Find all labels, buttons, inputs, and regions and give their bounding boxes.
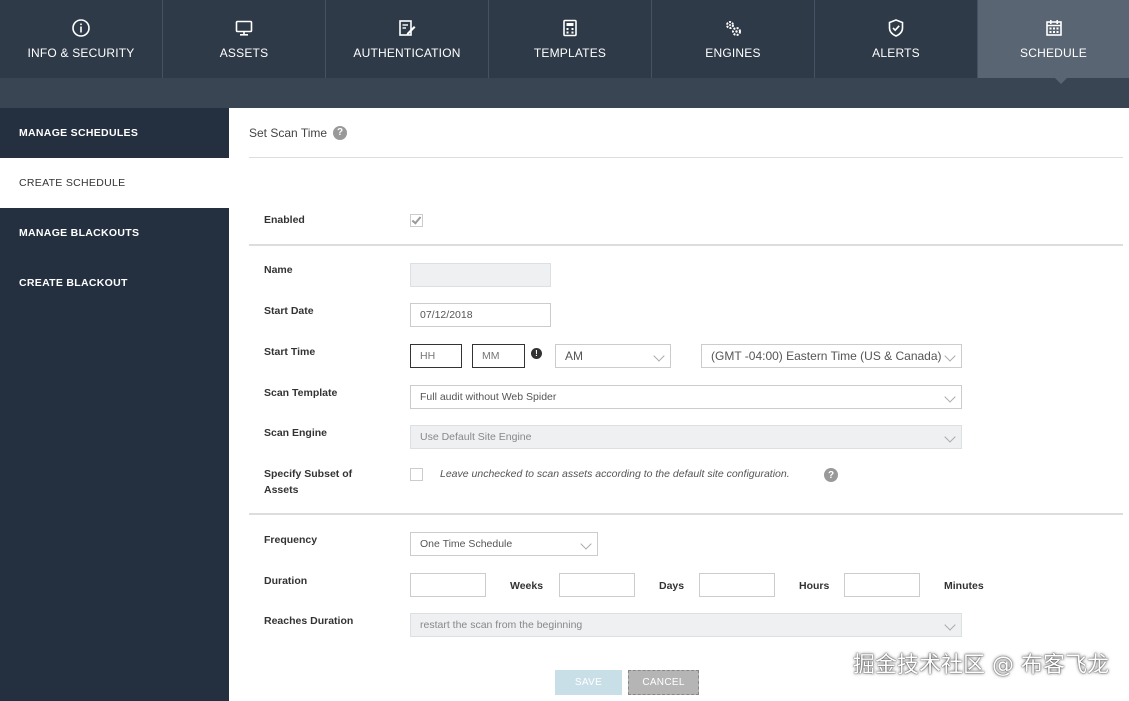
scan-template-value: Full audit without Web Spider — [420, 391, 557, 403]
chevron-down-icon — [944, 391, 956, 403]
tab-label: ASSETS — [219, 46, 269, 60]
schedule-form: Set Scan Time ? Enabled Name Start Date … — [249, 108, 1123, 695]
days-label: Days — [659, 580, 685, 592]
scan-template-select[interactable]: Full audit without Web Spider — [410, 385, 962, 409]
name-label: Name — [264, 264, 293, 276]
start-date-label: Start Date — [264, 305, 314, 317]
weeks-label: Weeks — [510, 580, 544, 592]
ampm-value: AM — [565, 349, 583, 363]
enabled-checkbox[interactable] — [410, 214, 423, 227]
hour-input[interactable] — [410, 344, 462, 368]
chevron-down-icon — [944, 350, 956, 362]
sub-bar — [0, 78, 1129, 108]
hours-label: Hours — [799, 580, 830, 592]
divider — [249, 513, 1123, 515]
chevron-down-icon — [944, 431, 956, 443]
tab-alerts[interactable]: ALERTS — [815, 0, 978, 78]
weeks-input[interactable] — [410, 573, 486, 597]
chevron-down-icon — [653, 350, 665, 362]
scan-engine-value: Use Default Site Engine — [420, 431, 532, 443]
subset-label-line2: Assets — [264, 484, 299, 496]
calculator-icon — [563, 19, 577, 37]
tab-label: ALERTS — [872, 46, 920, 60]
sidebar-item-manage-blackouts[interactable]: MANAGE BLACKOUTS — [0, 208, 229, 258]
sidebar-item-manage-schedules[interactable]: MANAGE SCHEDULES — [0, 108, 229, 158]
duration-label: Duration — [264, 575, 308, 587]
calendar-icon — [1045, 20, 1062, 36]
section-title: Set Scan Time — [249, 125, 328, 140]
reaches-duration-value: restart the scan from the beginning — [420, 619, 583, 631]
sidebar-item-create-blackout[interactable]: CREATE BLACKOUT — [0, 258, 229, 308]
check-icon — [411, 214, 422, 225]
monitor-icon — [235, 20, 253, 36]
timezone-value: (GMT -04:00) Eastern Time (US & Canada) — [711, 349, 942, 363]
frequency-label: Frequency — [264, 534, 318, 546]
tab-label: TEMPLATES — [533, 46, 607, 60]
scan-engine-select[interactable]: Use Default Site Engine — [410, 425, 962, 449]
minute-input[interactable] — [472, 344, 525, 368]
watermark: 掘金技术社区 @ 布客飞龙 — [853, 653, 1109, 678]
minutes-input-field[interactable] — [854, 579, 919, 591]
scan-engine-label: Scan Engine — [264, 427, 328, 439]
help-icon[interactable]: ? — [333, 125, 348, 140]
chevron-down-icon — [944, 619, 956, 631]
hours-input-field[interactable] — [709, 579, 774, 591]
tab-engines[interactable]: ENGINES — [652, 0, 815, 78]
ampm-select[interactable]: AM — [555, 344, 671, 368]
help-icon[interactable]: ? — [824, 468, 838, 482]
timezone-select[interactable]: (GMT -04:00) Eastern Time (US & Canada) — [701, 344, 962, 368]
tab-label: ENGINES — [705, 46, 761, 60]
tab-templates[interactable]: TEMPLATES — [489, 0, 652, 78]
minute-input-field[interactable] — [482, 350, 524, 362]
tab-authentication[interactable]: AUTHENTICATION — [326, 0, 489, 78]
start-date-value: 07/12/2018 — [420, 309, 473, 321]
frequency-select[interactable]: One Time Schedule — [410, 532, 598, 556]
cancel-button[interactable]: CANCEL — [628, 670, 699, 695]
active-tab-caret — [1053, 76, 1069, 84]
tab-info-security[interactable]: INFO & SECURITY — [0, 0, 163, 78]
reaches-duration-select[interactable]: restart the scan from the beginning — [410, 613, 962, 637]
shield-icon — [888, 19, 904, 37]
start-date-field[interactable]: 07/12/2018 — [410, 303, 551, 327]
top-nav: INFO & SECURITY ASSETS AUTHENTICATION TE… — [0, 0, 1129, 78]
subset-checkbox[interactable] — [410, 468, 423, 481]
weeks-input-field[interactable] — [420, 579, 485, 591]
chevron-down-icon — [580, 538, 592, 550]
reaches-duration-label: Reaches Duration — [264, 615, 354, 627]
edit-icon — [399, 20, 416, 36]
save-button[interactable]: SAVE — [555, 670, 622, 695]
minutes-label: Minutes — [944, 580, 984, 592]
tab-label: AUTHENTICATION — [353, 46, 461, 60]
subset-hint: Leave unchecked to scan assets according… — [440, 468, 790, 480]
tab-label: SCHEDULE — [1020, 46, 1087, 60]
frequency-value: One Time Schedule — [420, 538, 513, 550]
alert-icon: ! — [531, 348, 542, 359]
hour-input-field[interactable] — [420, 350, 461, 362]
scan-template-label: Scan Template — [264, 387, 338, 399]
hours-input[interactable] — [699, 573, 775, 597]
name-field[interactable] — [410, 263, 551, 287]
minutes-input[interactable] — [844, 573, 920, 597]
tab-schedule[interactable]: SCHEDULE — [978, 0, 1129, 78]
days-input-field[interactable] — [569, 579, 634, 591]
sidebar: MANAGE SCHEDULES CREATE SCHEDULE MANAGE … — [0, 108, 229, 701]
start-time-label: Start Time — [264, 346, 316, 358]
days-input[interactable] — [559, 573, 635, 597]
sidebar-item-create-schedule[interactable]: CREATE SCHEDULE — [0, 158, 229, 208]
subset-label-line1: Specify Subset of — [264, 468, 353, 480]
info-icon — [72, 19, 90, 37]
subset-label: Specify Subset of Assets — [264, 466, 352, 498]
enabled-label: Enabled — [264, 214, 305, 226]
gears-icon — [726, 21, 741, 36]
section-header: Set Scan Time ? — [249, 108, 1123, 158]
tab-assets[interactable]: ASSETS — [163, 0, 326, 78]
tab-label: INFO & SECURITY — [27, 46, 135, 60]
divider — [249, 244, 1123, 246]
